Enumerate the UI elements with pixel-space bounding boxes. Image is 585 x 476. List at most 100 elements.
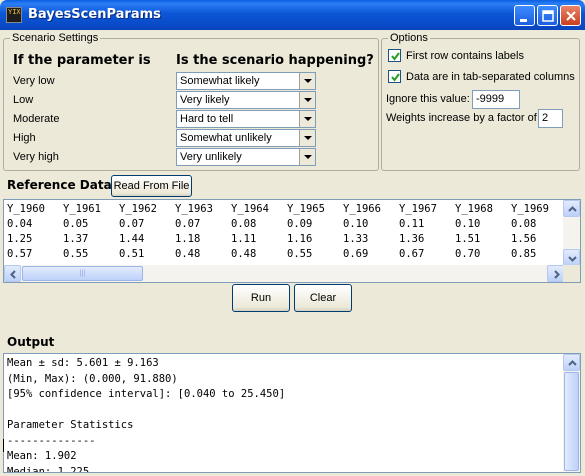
- output-line: --------------: [7, 434, 96, 447]
- table-cell: 0.07: [175, 218, 201, 230]
- output-line: [95% confidence interval]: [0.040 to 25.…: [7, 388, 286, 400]
- checkmark-icon: [391, 73, 400, 82]
- reference-data-table: Y_1960 Y_1961 Y_1962 Y_1963 Y_1964 Y_1965 Y_19…: [7, 203, 567, 263]
- table-cell: 1.16: [287, 233, 313, 245]
- table-cell: 0.67: [399, 248, 425, 260]
- table-cell: 0.48: [175, 248, 201, 260]
- table-row: 0.04 0.05 0.07 0.07 0.08 0.09 0.10 0.11 0.10 0.08: [7, 218, 567, 233]
- reference-data-pane[interactable]: Y_1960 Y_1961 Y_1962 Y_1963 Y_1964 Y_1965 Y_19…: [3, 199, 581, 283]
- table-cell: 0.08: [231, 218, 257, 230]
- text-caret: [3, 439, 4, 452]
- reference-horizontal-scrollbar[interactable]: |||: [4, 265, 564, 282]
- high-combo[interactable]: Somewhat unlikely: [176, 129, 316, 147]
- chevron-left-icon: [10, 270, 16, 279]
- title-bar[interactable]: YIX BayesScenParams: [0, 0, 585, 30]
- table-cell: 0.69: [343, 248, 369, 260]
- table-cell: 1.56: [511, 233, 537, 245]
- low-combo[interactable]: Very likely: [176, 91, 316, 109]
- table-header-row: Y_1960 Y_1961 Y_1962 Y_1963 Y_1964 Y_1965 Y_19…: [7, 203, 567, 218]
- low-combo-value: Very likely: [180, 94, 230, 106]
- high-combo-value: Somewhat unlikely: [180, 132, 272, 144]
- app-icon[interactable]: YIX: [6, 7, 22, 23]
- scroll-up-button[interactable]: [563, 200, 580, 217]
- tab-separated-checkbox[interactable]: [388, 70, 401, 83]
- weights-factor-label: Weights increase by a factor of: [386, 112, 537, 124]
- checkmark-icon: [391, 52, 400, 61]
- row-label-very-low: Very low: [13, 75, 55, 87]
- output-text: Mean ± sd: 5.601 ± 9.163 (Min, Max): (0.0…: [7, 356, 286, 472]
- chevron-down-icon[interactable]: [299, 92, 315, 108]
- row-label-moderate: Moderate: [13, 113, 60, 125]
- close-icon: [566, 11, 576, 21]
- horizontal-scroll-thumb[interactable]: |||: [22, 266, 143, 281]
- clear-button[interactable]: Clear: [294, 284, 352, 312]
- table-header-cell: Y_1965: [287, 203, 325, 215]
- output-vertical-scrollbar[interactable]: [563, 354, 580, 472]
- table-row: 0.57 0.55 0.51 0.48 0.48 0.55 0.69 0.67 0.70 0.85: [7, 248, 567, 263]
- row-label-low: Low: [13, 94, 34, 106]
- reference-vertical-scrollbar[interactable]: [563, 200, 580, 266]
- chevron-down-icon[interactable]: [299, 149, 315, 165]
- ignore-value-label: Ignore this value:: [386, 93, 470, 105]
- table-cell: 0.10: [343, 218, 369, 230]
- first-row-labels-label[interactable]: First row contains labels: [406, 50, 524, 62]
- weights-factor-input[interactable]: 2: [538, 109, 563, 128]
- row-label-very-high: Very high: [13, 151, 59, 163]
- very-high-combo-value: Very unlikely: [180, 151, 242, 163]
- table-header-cell: Y_1969: [511, 203, 549, 215]
- chevron-down-icon[interactable]: [299, 73, 315, 89]
- table-cell: 0.07: [119, 218, 145, 230]
- table-header-cell: Y_1963: [175, 203, 213, 215]
- output-line: Parameter Statistics: [7, 419, 134, 431]
- ignore-value-input[interactable]: -9999: [472, 90, 520, 109]
- table-cell: 0.10: [455, 218, 481, 230]
- read-from-file-button[interactable]: Read From File: [111, 175, 192, 197]
- parameter-column-header: If the parameter is: [13, 53, 151, 68]
- window-title: BayesScenParams: [28, 7, 161, 22]
- output-scroll-thumb[interactable]: [564, 372, 579, 471]
- table-cell: 0.55: [287, 248, 313, 260]
- table-cell: 0.04: [7, 218, 33, 230]
- chevron-down-icon[interactable]: [299, 130, 315, 146]
- very-high-combo[interactable]: Very unlikely: [176, 148, 316, 166]
- table-cell: 0.57: [7, 248, 33, 260]
- output-title: Output: [7, 335, 55, 349]
- table-header-cell: Y_1966: [343, 203, 381, 215]
- table-cell: 1.37: [63, 233, 89, 245]
- scroll-left-button[interactable]: [4, 265, 21, 282]
- moderate-combo-value: Hard to tell: [180, 113, 234, 125]
- output-pane[interactable]: Mean ± sd: 5.601 ± 9.163 (Min, Max): (0.0…: [3, 353, 581, 473]
- output-line: Mean ± sd: 5.601 ± 9.163: [7, 357, 159, 369]
- output-scroll-up-button[interactable]: [563, 354, 580, 371]
- run-button[interactable]: Run: [232, 284, 290, 312]
- minimize-button[interactable]: [514, 5, 535, 26]
- table-cell: 0.55: [63, 248, 89, 260]
- tab-separated-label[interactable]: Data are in tab-separated columns: [406, 71, 575, 83]
- options-group: Options First row contains labels Data a…: [381, 32, 580, 171]
- table-cell: 0.11: [399, 218, 425, 230]
- table-cell: 1.18: [175, 233, 201, 245]
- table-cell: 0.70: [455, 248, 481, 260]
- chevron-down-icon[interactable]: [299, 111, 315, 127]
- table-header-cell: Y_1960: [7, 203, 45, 215]
- options-legend: Options: [388, 32, 430, 44]
- moderate-combo[interactable]: Hard to tell: [176, 110, 316, 128]
- very-low-combo-value: Somewhat likely: [180, 75, 260, 87]
- chevron-up-icon: [568, 360, 577, 366]
- scroll-down-button[interactable]: [563, 249, 580, 266]
- scrollbar-corner: [563, 265, 580, 282]
- table-cell: 1.36: [399, 233, 425, 245]
- table-cell: 1.11: [231, 233, 257, 245]
- scenario-settings-group: Scenario Settings If the parameter is Is…: [3, 32, 379, 171]
- table-cell: 0.05: [63, 218, 89, 230]
- bayes-scen-params-window: YIX BayesScenParams Scenario Settings If…: [0, 0, 585, 476]
- scroll-right-button[interactable]: [547, 265, 564, 282]
- close-button[interactable]: [560, 5, 581, 26]
- table-cell: 0.08: [511, 218, 537, 230]
- chevron-up-icon: [568, 206, 577, 212]
- table-cell: 0.51: [119, 248, 145, 260]
- table-header-cell: Y_1967: [399, 203, 437, 215]
- maximize-button[interactable]: [537, 5, 558, 26]
- first-row-labels-checkbox[interactable]: [388, 49, 401, 62]
- very-low-combo[interactable]: Somewhat likely: [176, 72, 316, 90]
